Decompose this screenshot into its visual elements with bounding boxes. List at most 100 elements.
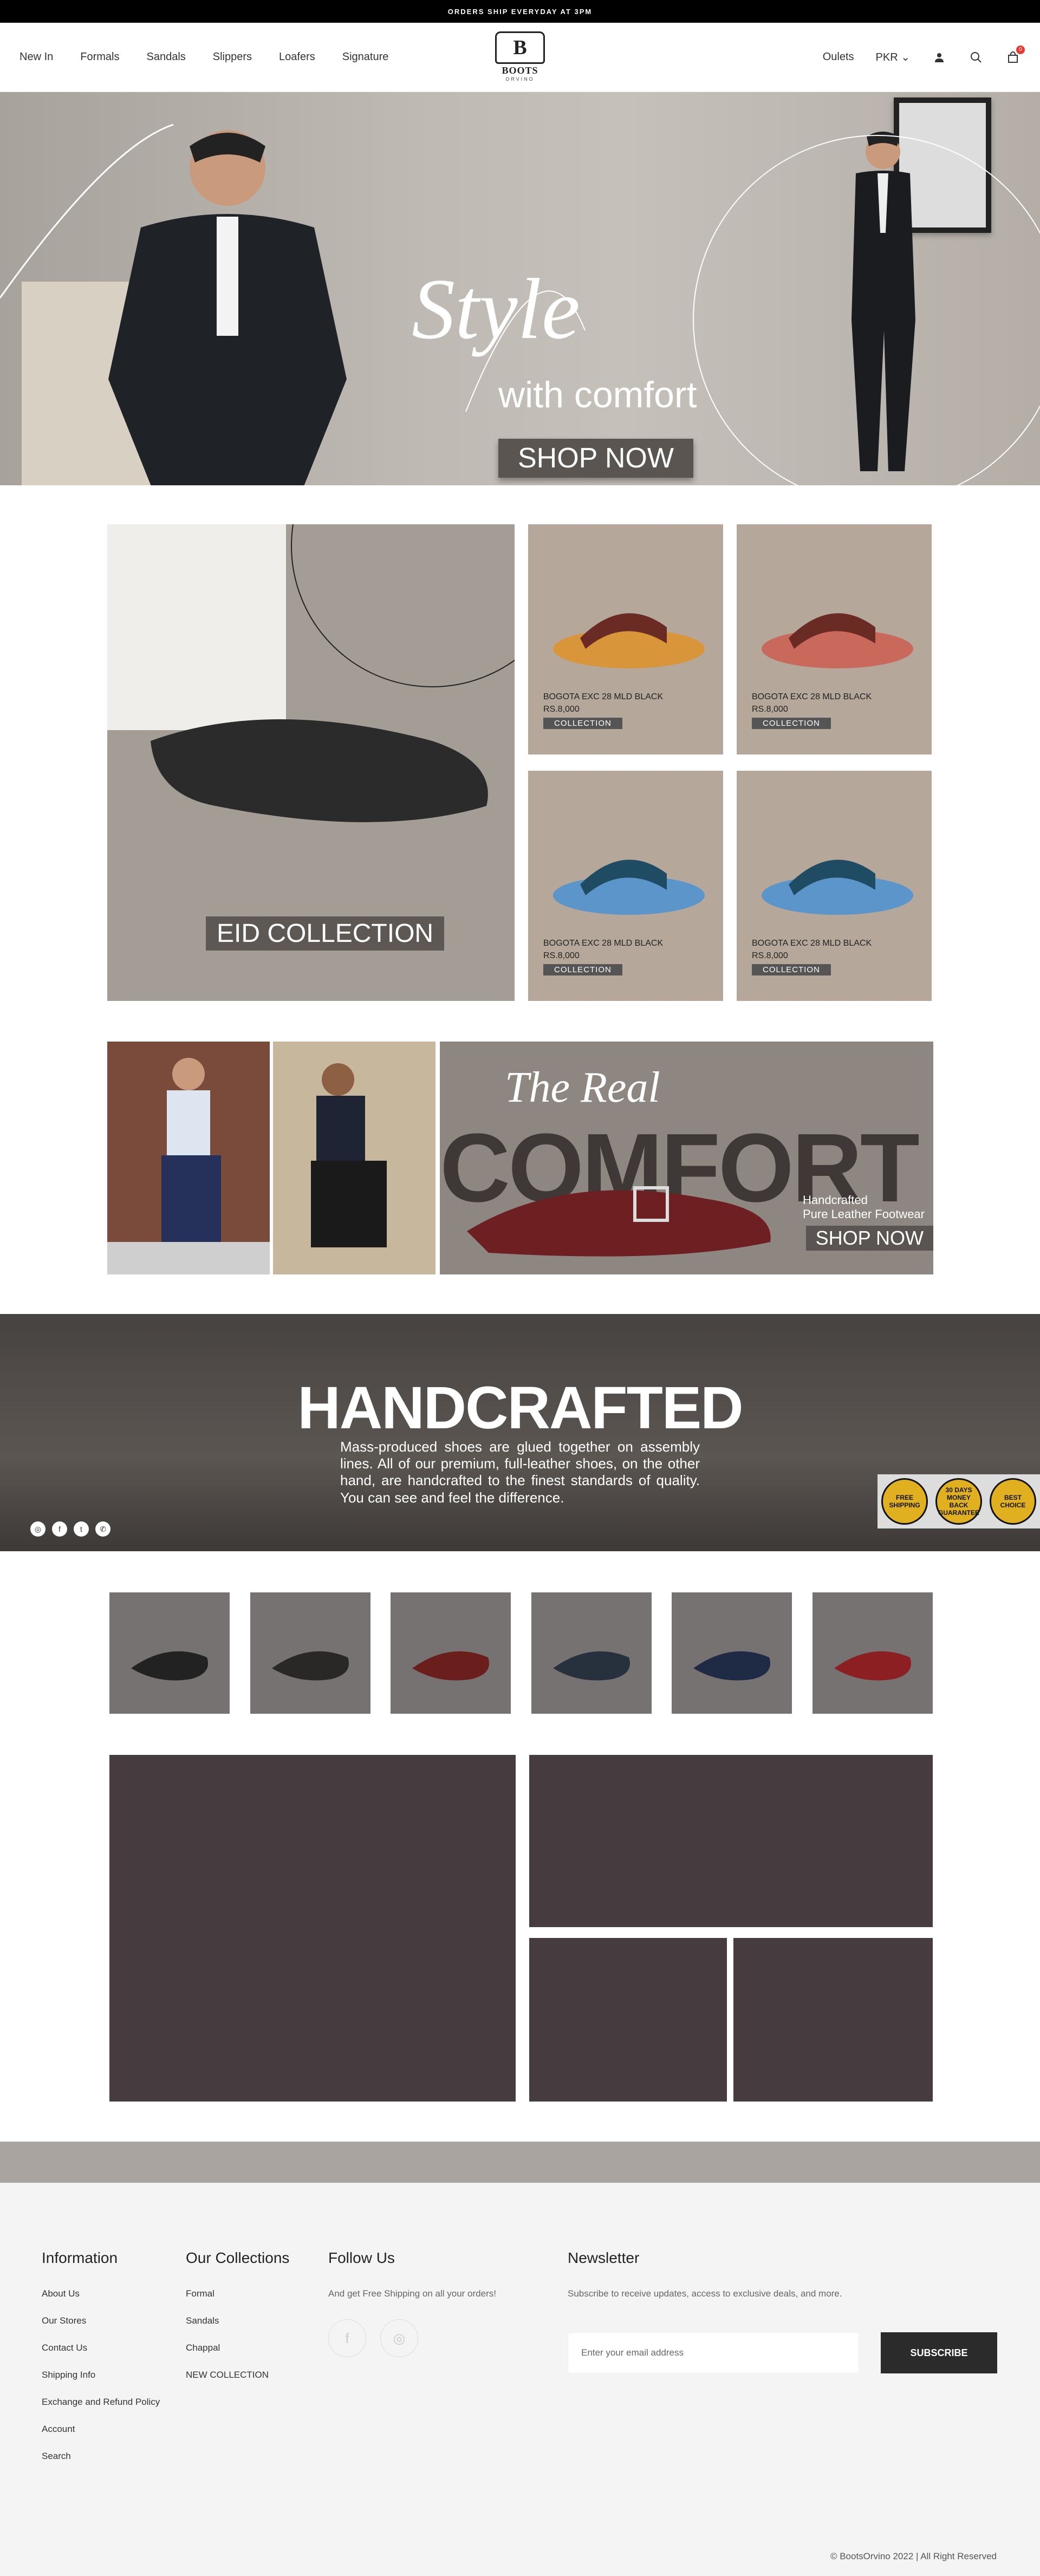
account-icon[interactable] bbox=[932, 50, 947, 65]
footer-link-search[interactable]: Search bbox=[42, 2451, 160, 2462]
thumbnail-5[interactable] bbox=[672, 1592, 792, 1714]
search-icon[interactable] bbox=[968, 50, 984, 65]
currency-value: PKR bbox=[875, 51, 898, 63]
footer-heading: Follow Us bbox=[328, 2249, 395, 2266]
comfort-promo-panel: COMFORT The Real Handcrafted Pure Leathe… bbox=[440, 1042, 933, 1274]
footer-newsletter: Newsletter Subscribe to receive updates,… bbox=[568, 2249, 842, 2299]
collection-button[interactable]: COLLECTION bbox=[543, 718, 622, 729]
thumbnail-3[interactable] bbox=[391, 1592, 511, 1714]
sandal-image bbox=[553, 613, 705, 668]
product-thumbnails bbox=[109, 1592, 933, 1714]
currency-select[interactable]: PKR ⌄ bbox=[876, 50, 910, 64]
nav-slippers[interactable]: Slippers bbox=[213, 51, 252, 63]
newsletter-text: Subscribe to receive updates, access to … bbox=[568, 2288, 842, 2299]
mosaic-tile-small[interactable] bbox=[733, 1938, 933, 2102]
product-price: RS.8,000 bbox=[752, 951, 788, 960]
nav-new-in[interactable]: New In bbox=[20, 51, 53, 63]
product-card[interactable]: BOGOTA EXC 28 MLD BLACK RS.8,000 COLLECT… bbox=[737, 524, 932, 754]
facebook-icon[interactable]: f bbox=[328, 2319, 366, 2357]
instagram-icon[interactable]: ◎ bbox=[30, 1521, 46, 1537]
product-price: RS.8,000 bbox=[543, 705, 580, 714]
outlets-link[interactable]: Oulets bbox=[823, 51, 854, 63]
thumbnail-1[interactable] bbox=[109, 1592, 230, 1714]
monk-shoe-image bbox=[467, 1186, 771, 1257]
product-name: BOGOTA EXC 28 MLD BLACK bbox=[752, 939, 872, 948]
cart-count-badge: 0 bbox=[1016, 45, 1025, 54]
footer-link-formal[interactable]: Formal bbox=[186, 2288, 289, 2299]
thumbnail-2[interactable] bbox=[250, 1592, 370, 1714]
mosaic-tile-large[interactable] bbox=[109, 1755, 516, 2102]
whatsapp-icon[interactable]: ✆ bbox=[95, 1521, 110, 1537]
nav-sandals[interactable]: Sandals bbox=[146, 51, 185, 63]
twitter-icon[interactable]: t bbox=[74, 1521, 89, 1537]
image-mosaic bbox=[109, 1755, 933, 2102]
handcrafted-section: HANDCRAFTED Mass-produced shoes are glue… bbox=[0, 1314, 1040, 1551]
product-card[interactable]: BOGOTA EXC 28 MLD BLACK RS.8,000 COLLECT… bbox=[737, 771, 932, 1001]
nav-formals[interactable]: Formals bbox=[80, 51, 119, 63]
product-name: BOGOTA EXC 28 MLD BLACK bbox=[543, 692, 664, 701]
site-footer: Information About Us Our Stores Contact … bbox=[0, 2183, 1040, 2576]
hero-shop-now-button[interactable]: SHOP NOW bbox=[498, 439, 693, 478]
model-photo-2 bbox=[273, 1042, 435, 1274]
footer-collections: Our Collections Formal Sandals Chappal N… bbox=[186, 2249, 289, 2397]
eid-collection-label: EID COLLECTION bbox=[206, 916, 445, 951]
collection-button[interactable]: COLLECTION bbox=[752, 964, 831, 975]
announcement-bar: ORDERS SHIP EVERYDAY AT 3PM bbox=[0, 0, 1040, 23]
mosaic-tile-wide[interactable] bbox=[529, 1755, 933, 1927]
footer-heading: Information bbox=[42, 2249, 118, 2266]
handcrafted-caption: Handcrafted Pure Leather Footwear bbox=[803, 1193, 925, 1221]
footer-link-exchange[interactable]: Exchange and Refund Policy bbox=[42, 2397, 160, 2408]
main-nav: New In Formals Sandals Slippers Loafers … bbox=[20, 51, 388, 63]
header-actions: Oulets PKR ⌄ 0 bbox=[823, 45, 1025, 65]
caption-line-2: Pure Leather Footwear bbox=[802, 1207, 925, 1221]
mosaic-tile-small[interactable] bbox=[529, 1938, 727, 2102]
hero-script-text: Style bbox=[412, 261, 580, 357]
logo[interactable]: B BOOTS ORVINO bbox=[495, 31, 545, 82]
footer-link-account[interactable]: Account bbox=[42, 2424, 160, 2435]
handcrafted-description: Mass-produced shoes are glued together o… bbox=[340, 1439, 700, 1506]
collection-button[interactable]: COLLECTION bbox=[752, 718, 831, 729]
sandal-image bbox=[762, 613, 913, 668]
instagram-icon[interactable]: ◎ bbox=[380, 2319, 418, 2357]
trust-badges: FREE SHIPPING 30 DAYS MONEY BACK GUARANT… bbox=[877, 1474, 1040, 1528]
free-shipping-badge: FREE SHIPPING bbox=[881, 1478, 928, 1525]
footer-link-sandals[interactable]: Sandals bbox=[186, 2315, 289, 2326]
logo-mark: B bbox=[495, 31, 545, 64]
cart-icon[interactable]: 0 bbox=[1005, 45, 1025, 65]
footer-link-stores[interactable]: Our Stores bbox=[42, 2315, 160, 2326]
email-field[interactable]: Enter your email address bbox=[568, 2332, 859, 2373]
sandal-image bbox=[553, 860, 705, 915]
caption-line-1: Handcrafted bbox=[802, 1193, 868, 1207]
facebook-icon[interactable]: f bbox=[52, 1521, 67, 1537]
product-card[interactable]: BOGOTA EXC 28 MLD BLACK RS.8,000 COLLECT… bbox=[528, 771, 723, 1001]
footer-link-contact[interactable]: Contact Us bbox=[42, 2343, 160, 2353]
logo-name: BOOTS bbox=[502, 65, 538, 76]
thumbnail-6[interactable] bbox=[812, 1592, 933, 1714]
product-price: RS.8,000 bbox=[543, 951, 580, 960]
footer-link-about[interactable]: About Us bbox=[42, 2288, 160, 2299]
nav-signature[interactable]: Signature bbox=[342, 51, 389, 63]
thumbnail-4[interactable] bbox=[531, 1592, 652, 1714]
comfort-shop-now-button[interactable]: SHOP NOW bbox=[805, 1226, 933, 1251]
footer-social-links: f ◎ bbox=[328, 2319, 418, 2357]
money-back-badge: 30 DAYS MONEY BACK GUARANTEE bbox=[935, 1478, 982, 1525]
footer-link-chappal[interactable]: Chappal bbox=[186, 2343, 289, 2353]
product-name: BOGOTA EXC 28 MLD BLACK bbox=[752, 692, 872, 701]
site-header: New In Formals Sandals Slippers Loafers … bbox=[0, 23, 1040, 92]
follow-text: And get Free Shipping on all your orders… bbox=[328, 2288, 496, 2299]
eid-collection-tile[interactable]: EID COLLECTION bbox=[107, 524, 515, 1001]
footer-link-new-collection[interactable]: NEW COLLECTION bbox=[186, 2370, 289, 2380]
hero-banner[interactable]: Style with comfort SHOP NOW bbox=[0, 92, 1040, 485]
nav-loafers[interactable]: Loafers bbox=[279, 51, 315, 63]
hero-tagline: with comfort bbox=[498, 374, 697, 415]
copyright: © BootsOrvino 2022 | All Right Reserved bbox=[830, 2551, 997, 2561]
collection-button[interactable]: COLLECTION bbox=[543, 964, 622, 975]
subscribe-button[interactable]: SUBSCRIBE bbox=[881, 2332, 997, 2373]
product-card[interactable]: BOGOTA EXC 28 MLD BLACK RS.8,000 COLLECT… bbox=[528, 524, 723, 754]
footer-divider-band bbox=[0, 2142, 1040, 2183]
comfort-banner[interactable]: COMFORT The Real Handcrafted Pure Leathe… bbox=[107, 1042, 933, 1274]
footer-link-shipping[interactable]: Shipping Info bbox=[42, 2370, 160, 2380]
footer-heading: Newsletter bbox=[568, 2249, 640, 2266]
chevron-down-icon: ⌄ bbox=[901, 51, 910, 63]
best-choice-badge: BEST CHOICE bbox=[990, 1478, 1036, 1525]
